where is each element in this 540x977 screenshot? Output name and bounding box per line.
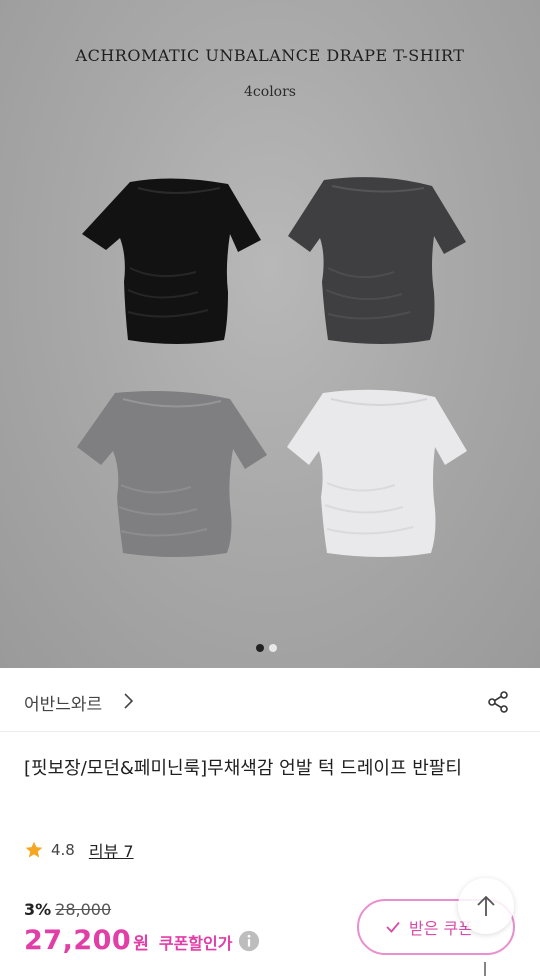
gray-shirt-image: [75, 385, 270, 560]
discount-row: 3% 28,000: [24, 900, 111, 919]
original-price: 28,000: [55, 900, 112, 919]
brand-row: 어반느와르: [0, 668, 540, 732]
info-icon[interactable]: [238, 930, 260, 952]
price-row: 27,200 원 쿠폰할인가: [24, 925, 260, 956]
white-shirt-image: [285, 385, 475, 560]
image-title: ACHROMATIC UNBALANCE DRAPE T-SHIRT: [75, 46, 465, 65]
carousel-indicator[interactable]: [256, 644, 277, 652]
share-icon[interactable]: [486, 690, 510, 714]
rating-row: 4.8 리뷰 7: [24, 838, 134, 862]
product-image-carousel[interactable]: ACHROMATIC UNBALANCE DRAPE T-SHIRT 4colo…: [0, 0, 540, 668]
image-subtitle: 4colors: [244, 84, 296, 100]
price-unit: 원: [133, 934, 149, 954]
coupon-price-label: 쿠폰할인가: [158, 934, 233, 953]
chevron-right-icon[interactable]: [122, 692, 134, 710]
rating-value: 4.8: [51, 841, 75, 859]
discount-rate: 3%: [24, 900, 52, 919]
arrow-down-icon: [484, 962, 486, 976]
brand-link[interactable]: 어반느와르: [24, 690, 102, 715]
sale-price: 27,200: [24, 925, 132, 956]
product-title: [핏보장/모던&페미닌룩]무채색감 언발 턱 드레이프 반팔티: [24, 758, 462, 779]
charcoal-shirt-image: [284, 172, 474, 347]
star-icon: [25, 841, 43, 858]
black-shirt-image: [78, 172, 268, 347]
check-icon: [386, 921, 400, 933]
arrow-up-icon: [477, 895, 495, 916]
review-link[interactable]: 리뷰 7: [89, 838, 134, 862]
carousel-dot-active[interactable]: [256, 644, 264, 652]
carousel-dot[interactable]: [269, 644, 277, 652]
scroll-top-button[interactable]: [458, 878, 514, 934]
